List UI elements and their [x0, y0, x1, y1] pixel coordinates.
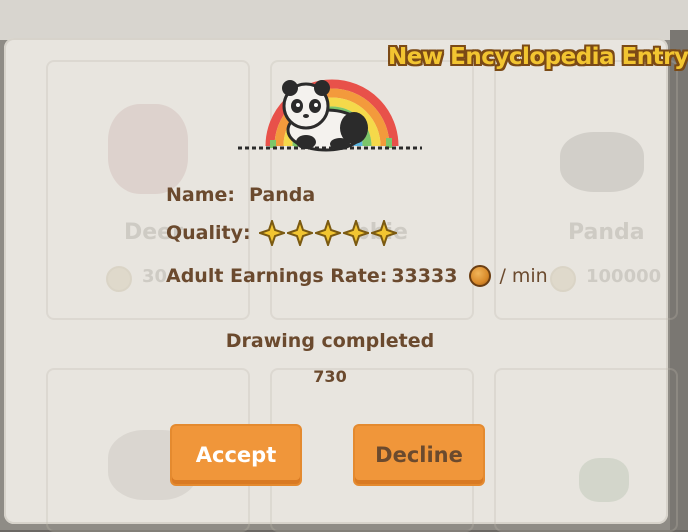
ghost-card-price: 30 — [142, 266, 168, 287]
ghost-deer-icon — [108, 104, 188, 194]
earnings-label: Adult Earnings Rate: — [166, 265, 388, 287]
name-row: Name: Panda — [166, 184, 315, 206]
quality-stars — [258, 220, 397, 246]
dialog-title: New Encyclopedia Entry! — [388, 44, 688, 70]
earnings-unit: / min — [499, 265, 548, 287]
ghost-coin-icon — [106, 266, 132, 292]
background-top-strip — [0, 0, 688, 40]
quality-star-icon — [370, 220, 397, 246]
ghost-card-name: Panda — [568, 220, 645, 245]
quality-star-icon — [286, 220, 313, 246]
ghost-coin-icon — [550, 266, 576, 292]
quality-label: Quality: — [166, 222, 251, 244]
name-value: Panda — [249, 184, 316, 206]
earnings-row: Adult Earnings Rate: 33333 / min — [166, 265, 548, 287]
drawing-status: Drawing completed — [225, 330, 435, 352]
panda-portrait-icon — [238, 79, 422, 152]
quality-star-icon — [314, 220, 341, 246]
quality-row: Quality: — [166, 220, 397, 246]
draw-count: 730 — [313, 367, 347, 386]
ghost-card-price: 100000 — [586, 266, 662, 287]
quality-star-icon — [258, 220, 285, 246]
coin-icon — [469, 265, 492, 287]
accept-button[interactable]: Accept — [172, 426, 300, 484]
earnings-value: 33333 — [391, 265, 458, 287]
decline-button[interactable]: Decline — [355, 426, 483, 484]
name-label: Name: — [166, 184, 236, 206]
quality-star-icon — [342, 220, 369, 246]
ghost-card-6 — [494, 368, 678, 532]
ghost-frog-icon — [579, 458, 629, 502]
ghost-panda-icon — [560, 132, 644, 192]
